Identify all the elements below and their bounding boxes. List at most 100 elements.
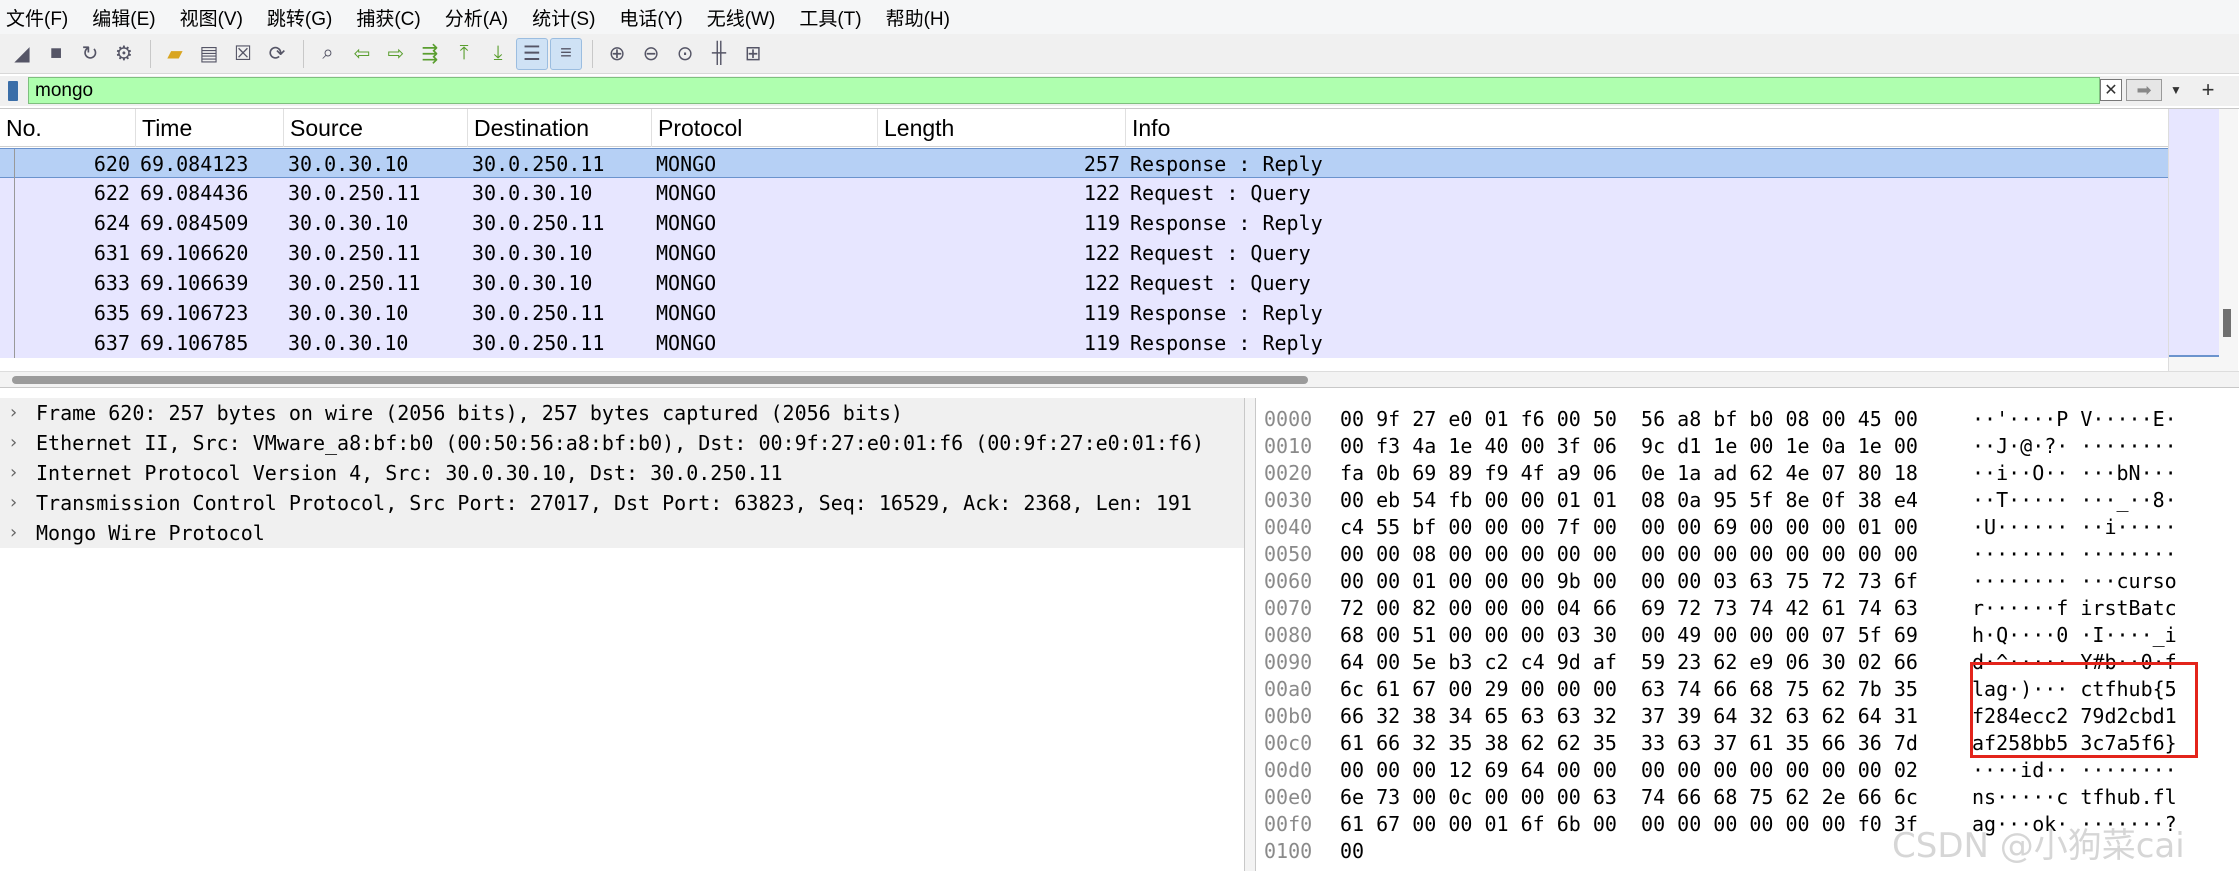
column-header-no[interactable]: No. (0, 109, 136, 147)
packet-list-hscrollbar[interactable] (0, 371, 2239, 387)
column-header-protocol[interactable]: Protocol (652, 109, 878, 147)
cell-src: 30.0.30.10 (288, 211, 409, 235)
detail-frame[interactable]: › Frame 620: 257 bytes on wire (2056 bits… (0, 398, 1244, 428)
menu-view[interactable]: 视图(V) (180, 4, 243, 31)
resize-columns-icon[interactable]: ╫ (703, 38, 735, 70)
menu-help[interactable]: 帮助(H) (886, 4, 950, 31)
table-row[interactable]: 637 69.106785 30.0.30.10 30.0.250.11 MONGO 11… (0, 328, 2168, 358)
menu-capture[interactable]: 捕获(C) (356, 4, 420, 31)
toolbar-separator (303, 39, 304, 68)
table-row[interactable]: 633 69.106639 30.0.250.11 30.0.30.10 MONGO 12… (0, 268, 2168, 298)
table-row[interactable]: 622 69.084436 30.0.250.11 30.0.30.10 MONGO 12… (0, 178, 2168, 208)
table-row[interactable]: 635 69.106723 30.0.30.10 30.0.250.11 MONGO 11… (0, 298, 2168, 328)
cell-info: Request : Query (1130, 241, 1311, 265)
colorize-icon[interactable]: ≡ (550, 37, 582, 70)
scrollbar-thumb[interactable] (2223, 309, 2231, 337)
zoom-normal-icon[interactable]: ⊙ (669, 38, 701, 70)
bookmark-icon[interactable] (0, 77, 26, 105)
detail-ethernet[interactable]: › Ethernet II, Src: VMware_a8:bf:b0 (00:5… (0, 428, 1244, 458)
hex-bytes: 00 00 08 00 00 00 00 00 00 00 00 00 00 0… (1340, 542, 1918, 566)
cell-time: 69.106639 (140, 271, 249, 295)
hex-offset: 00a0 (1264, 677, 1313, 701)
column-header-length[interactable]: Length (878, 109, 1126, 147)
hscrollbar-thumb[interactable] (12, 376, 1308, 384)
chevron-right-icon[interactable]: › (8, 398, 19, 428)
column-header-source[interactable]: Source (284, 109, 468, 147)
chevron-right-icon[interactable]: › (8, 518, 19, 548)
go-forward-icon[interactable]: ⇨ (380, 38, 412, 70)
cell-len: 119 (1083, 331, 1120, 355)
flag-highlight-box (1970, 662, 2198, 758)
close-file-icon[interactable]: ☒ (227, 38, 259, 70)
hex-bytes: 00 00 00 12 69 64 00 00 00 00 00 00 00 0… (1340, 758, 1918, 782)
table-row[interactable]: 624 69.084509 30.0.30.10 30.0.250.11 MONGO 11… (0, 208, 2168, 238)
reload-icon[interactable]: ⟳ (261, 38, 293, 70)
last-packet-icon[interactable]: ⤓ (482, 38, 514, 70)
chevron-right-icon[interactable]: › (8, 488, 19, 518)
column-header-destination[interactable]: Destination (468, 109, 652, 147)
cell-dst: 30.0.30.10 (472, 271, 593, 295)
folder-open-icon[interactable]: ▰ (159, 38, 191, 70)
zoom-out-icon[interactable]: ⊖ (635, 38, 667, 70)
chevron-right-icon[interactable]: › (8, 428, 19, 458)
hex-bytes: 64 00 5e b3 c2 c4 9d af 59 23 62 e9 06 3… (1340, 650, 1918, 674)
add-filter-button-icon[interactable]: + (2196, 77, 2220, 103)
cell-len: 122 (1083, 181, 1120, 205)
menu-telephony[interactable]: 电话(Y) (619, 4, 682, 31)
menu-tools[interactable]: 工具(T) (799, 4, 861, 31)
cell-proto: MONGO (656, 271, 717, 295)
toolbar-separator (150, 39, 151, 68)
column-header-info[interactable]: Info (1126, 109, 2168, 147)
menu-edit[interactable]: 编辑(E) (92, 4, 155, 31)
display-filter-input[interactable]: mongo (28, 77, 2100, 104)
cell-dst: 30.0.250.11 (472, 301, 605, 325)
table-row[interactable]: 631 69.106620 30.0.250.11 30.0.30.10 MONGO 12… (0, 238, 2168, 268)
detail-mongo[interactable]: › Mongo Wire Protocol (0, 518, 1244, 548)
hex-ascii: ns·····c tfhub.fl (1972, 785, 2177, 809)
hex-offset: 0060 (1264, 569, 1313, 593)
chevron-down-icon[interactable]: ▼ (2166, 79, 2186, 101)
first-packet-icon[interactable]: ⤒ (448, 38, 480, 70)
hex-bytes: 6c 61 67 00 29 00 00 00 63 74 66 68 75 6… (1340, 677, 1918, 701)
apply-filter-icon[interactable]: ➡ (2126, 79, 2162, 101)
menu-statistics[interactable]: 统计(S) (532, 4, 595, 31)
autoscroll-icon[interactable]: ☰ (516, 37, 548, 70)
restart-icon[interactable]: ↻ (74, 38, 106, 70)
hex-offset: 0090 (1264, 650, 1313, 674)
stop-icon[interactable]: ■ (40, 38, 72, 70)
column-header-time[interactable]: Time (136, 109, 284, 147)
shark-fin-icon[interactable]: ◢ (6, 38, 38, 70)
go-back-icon[interactable]: ⇦ (346, 38, 378, 70)
hex-bytes: 00 00 01 00 00 00 9b 00 00 00 03 63 75 7… (1340, 569, 1918, 593)
details-scrollbar[interactable] (1245, 398, 1255, 871)
packet-list-scrollbar[interactable] (2168, 109, 2238, 371)
cell-time: 69.106723 (140, 301, 249, 325)
cell-proto: MONGO (656, 181, 717, 205)
table-row[interactable]: 620 69.084123 30.0.30.10 30.0.250.11 MONGO 25… (0, 148, 2168, 179)
hex-offset: 00e0 (1264, 785, 1313, 809)
detail-label: Ethernet II, Src: VMware_a8:bf:b0 (00:50… (36, 431, 1204, 455)
toolbar-separator (592, 39, 593, 68)
menu-wireless[interactable]: 无线(W) (707, 4, 776, 31)
hex-offset: 0030 (1264, 488, 1313, 512)
clear-filter-icon[interactable]: ✕ (2100, 79, 2122, 101)
cell-src: 30.0.250.11 (288, 271, 421, 295)
chevron-right-icon[interactable]: › (8, 458, 19, 488)
capture-options-icon[interactable]: ⚙ (108, 38, 140, 70)
hex-offset: 00c0 (1264, 731, 1313, 755)
detail-label: Internet Protocol Version 4, Src: 30.0.3… (36, 461, 783, 485)
detail-tcp[interactable]: › Transmission Control Protocol, Src Port… (0, 488, 1244, 518)
file-icon[interactable]: ▤ (193, 38, 225, 70)
zoom-in-icon[interactable]: ⊕ (601, 38, 633, 70)
hex-bytes: 72 00 82 00 00 00 04 66 69 72 73 74 42 6… (1340, 596, 1918, 620)
minimap-marker (2169, 109, 2219, 357)
go-to-packet-icon[interactable]: ⇶ (414, 38, 446, 70)
menu-file[interactable]: 文件(F) (6, 4, 68, 31)
detail-ipv4[interactable]: › Internet Protocol Version 4, Src: 30.0.… (0, 458, 1244, 488)
layout-icon[interactable]: ⊞ (737, 38, 769, 70)
search-icon[interactable]: ⌕ (312, 38, 344, 70)
cell-no: 635 (93, 301, 130, 325)
menu-go[interactable]: 跳转(G) (267, 4, 332, 31)
hex-bytes: 61 66 32 35 38 62 62 35 33 63 37 61 35 6… (1340, 731, 1918, 755)
menu-analyze[interactable]: 分析(A) (445, 4, 508, 31)
